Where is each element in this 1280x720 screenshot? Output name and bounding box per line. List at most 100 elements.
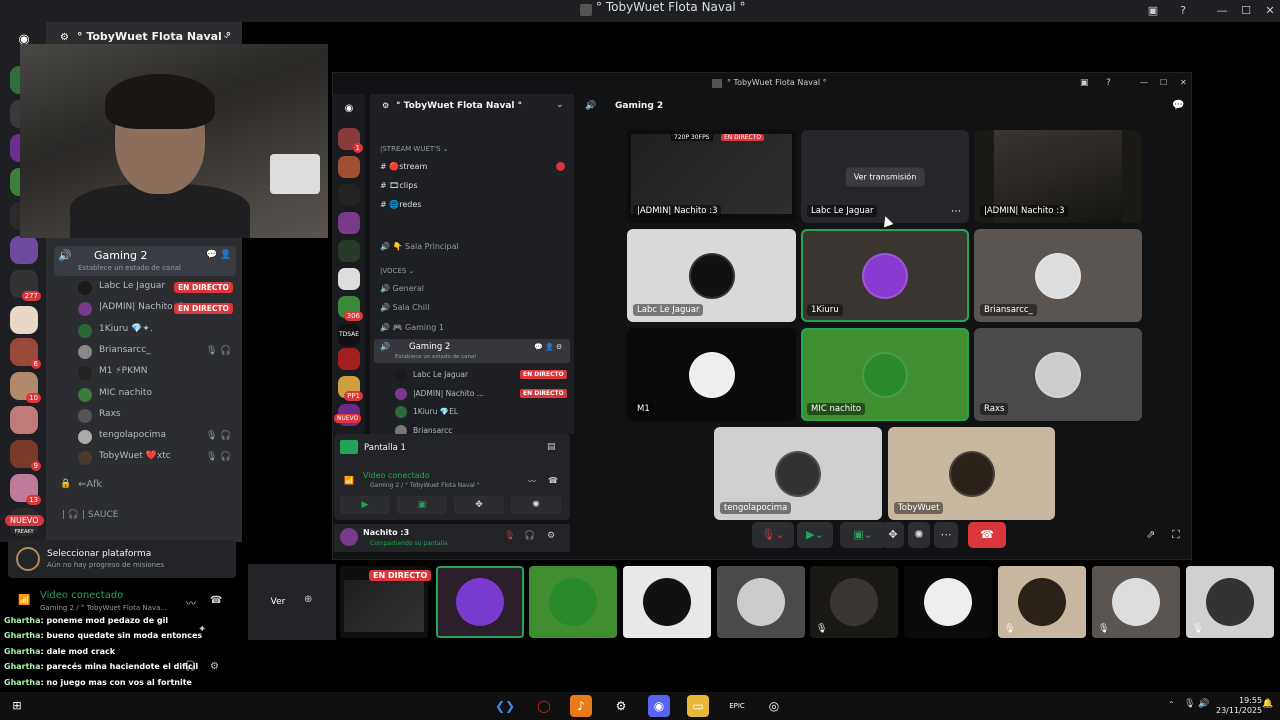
server-icon[interactable]: 1: [338, 128, 363, 153]
platform-panel[interactable]: [8, 540, 236, 578]
participant-tile[interactable]: M1: [627, 328, 796, 421]
strip-participant-thumb[interactable]: [436, 566, 524, 638]
nested-voice-channel-path[interactable]: Gaming 2 / ° TobyWuet Flota Naval °: [370, 482, 480, 489]
fl-studio-icon[interactable]: ♪: [570, 695, 592, 717]
disconnect-icon[interactable]: ☎: [548, 476, 558, 485]
member-row[interactable]: TobyWuet ❤️xtc 🎙 🎧: [78, 449, 238, 467]
chat-icon[interactable]: 💬: [206, 250, 217, 260]
channel-category[interactable]: |VOCES ⌄: [380, 267, 414, 275]
server-icon[interactable]: [338, 268, 360, 290]
notifications-icon[interactable]: 🔔: [1262, 699, 1273, 709]
disconnect-icon[interactable]: ☎: [210, 595, 222, 606]
server-icon[interactable]: [338, 212, 360, 234]
server-icon[interactable]: [338, 156, 360, 178]
chevron-down-icon[interactable]: ⌄: [556, 100, 564, 110]
inbox-icon[interactable]: ▣: [1145, 3, 1161, 19]
member-row[interactable]: 1Kiuru 💎✦.: [78, 322, 238, 340]
new-badge[interactable]: NUEVO: [334, 414, 362, 423]
minimize-button[interactable]: —: [1140, 78, 1148, 87]
gear-icon[interactable]: ⚙: [556, 343, 562, 351]
soundboard-button[interactable]: ✺: [908, 522, 930, 548]
epic-games-icon[interactable]: EPIC: [726, 695, 748, 717]
screen-share-toggle-button[interactable]: ▣⌄: [840, 522, 886, 548]
disconnect-button[interactable]: ☎: [968, 522, 1006, 548]
tray-chevron-icon[interactable]: ⌃: [1168, 700, 1175, 709]
voice-channel[interactable]: 🔊 👇 Sala Principal: [380, 242, 459, 251]
add-user-icon[interactable]: 👤: [220, 250, 231, 260]
category-sauce[interactable]: | 🎧 | SAUCE: [62, 510, 118, 520]
voice-channel[interactable]: 🔊 General: [380, 284, 424, 293]
member-row[interactable]: Labc Le Jaguar EN DIRECTO: [78, 279, 238, 297]
participant-tile[interactable]: Labc Le Jaguar: [627, 229, 796, 322]
headphones-icon[interactable]: 🎧: [524, 531, 535, 541]
server-icon[interactable]: [10, 406, 38, 434]
settings-icon[interactable]: ⚙: [547, 531, 555, 541]
soundboard-button[interactable]: ✺: [511, 496, 561, 514]
maximize-button[interactable]: ☐: [1160, 78, 1167, 87]
member-name[interactable]: |ADMIN| Nachito ...: [413, 389, 484, 398]
chat-icon[interactable]: 💬: [534, 343, 543, 351]
voice-channel[interactable]: 🔊 🎮 Gaming 1: [380, 323, 444, 332]
server-icon[interactable]: 277: [10, 270, 41, 301]
voice-channel[interactable]: 🔊 Sala Chill: [380, 303, 429, 312]
strip-participant-thumb[interactable]: 🎙: [810, 566, 898, 638]
new-badge[interactable]: NUEVO: [5, 515, 44, 526]
obs-icon[interactable]: ◎: [763, 695, 785, 717]
opera-icon[interactable]: ◯: [533, 695, 555, 717]
watch-stream-tile[interactable]: Ver transmisión Labc Le Jaguar ⋯: [801, 130, 969, 223]
server-icon[interactable]: 13: [10, 474, 41, 505]
vscode-icon[interactable]: ❮❯: [494, 695, 516, 717]
stop-share-icon[interactable]: ▤: [547, 442, 556, 452]
nested-username[interactable]: Nachito :3: [363, 528, 409, 537]
camera-button[interactable]: ▶: [340, 496, 390, 514]
participant-tile[interactable]: 1Kiuru: [801, 229, 969, 322]
microphone-icon[interactable]: 🎙: [1184, 699, 1195, 709]
close-button[interactable]: ✕: [1262, 3, 1278, 19]
participant-tile[interactable]: MIC nachito: [801, 328, 969, 421]
server-icon[interactable]: [338, 348, 360, 370]
voice-channel-status[interactable]: Establece un estado de canal: [78, 264, 181, 272]
server-icon[interactable]: [10, 236, 38, 264]
server-icon[interactable]: 6: [10, 338, 41, 369]
strip-participant-thumb[interactable]: [717, 566, 805, 638]
text-channel[interactable]: # 🌐redes: [380, 200, 421, 209]
close-button[interactable]: ✕: [1180, 78, 1187, 87]
voice-connected-channel[interactable]: Gaming 2 / ° TobyWuet Flota Nava...: [40, 604, 167, 612]
server-icon[interactable]: [338, 240, 360, 262]
text-channel[interactable]: # 🎞clips: [380, 181, 418, 190]
member-row[interactable]: MIC nachito: [78, 386, 238, 404]
mic-muted-icon[interactable]: 🎙: [504, 531, 515, 541]
member-row[interactable]: Raxs: [78, 407, 238, 425]
watch-stream-button[interactable]: Ver transmisión: [845, 167, 925, 186]
text-channel[interactable]: # 🔴stream: [380, 162, 427, 171]
noise-suppression-icon[interactable]: 〰: [186, 595, 196, 610]
strip-participant-thumb[interactable]: 🎙: [1186, 566, 1274, 638]
member-row[interactable]: tengolapocima 🎙 🎧: [78, 428, 238, 446]
help-icon[interactable]: ?: [1106, 78, 1111, 88]
camera-toggle-button[interactable]: ▶⌄: [797, 522, 833, 548]
nested-guild-name[interactable]: ° TobyWuet Flota Naval °: [396, 101, 522, 111]
participant-tile[interactable]: tengolapocima: [714, 427, 882, 520]
nested-selected-channel-status[interactable]: Establece un estado de canal: [395, 354, 476, 360]
channel-category[interactable]: |STREAM WUET'S ⌄: [380, 145, 449, 153]
server-icon[interactable]: 306: [338, 296, 363, 321]
fullscreen-icon[interactable]: ⛶: [1172, 528, 1180, 542]
steam-icon[interactable]: ⚙: [610, 695, 632, 717]
server-icon[interactable]: [10, 306, 38, 334]
start-icon[interactable]: ⊞: [6, 695, 28, 717]
server-icon[interactable]: [338, 184, 360, 206]
more-options-button[interactable]: ⋯: [934, 522, 958, 548]
discord-icon[interactable]: ◉: [648, 695, 670, 717]
discord-home-icon[interactable]: ◉: [338, 98, 360, 120]
strip-participant-thumb[interactable]: [529, 566, 617, 638]
avatar[interactable]: [340, 528, 358, 546]
server-icon[interactable]: 9: [10, 440, 41, 471]
file-explorer-icon[interactable]: ▭: [687, 695, 709, 717]
participant-tile[interactable]: Briansarcc_: [974, 229, 1142, 322]
screen-share-button[interactable]: ▣: [397, 496, 447, 514]
view-button[interactable]: Ver: [262, 592, 294, 612]
more-icon[interactable]: ⋯: [951, 206, 961, 217]
guild-name[interactable]: ° TobyWuet Flota Naval °: [77, 30, 231, 43]
pop-out-icon[interactable]: ⇗: [1146, 528, 1155, 541]
minimize-button[interactable]: —: [1214, 3, 1230, 19]
